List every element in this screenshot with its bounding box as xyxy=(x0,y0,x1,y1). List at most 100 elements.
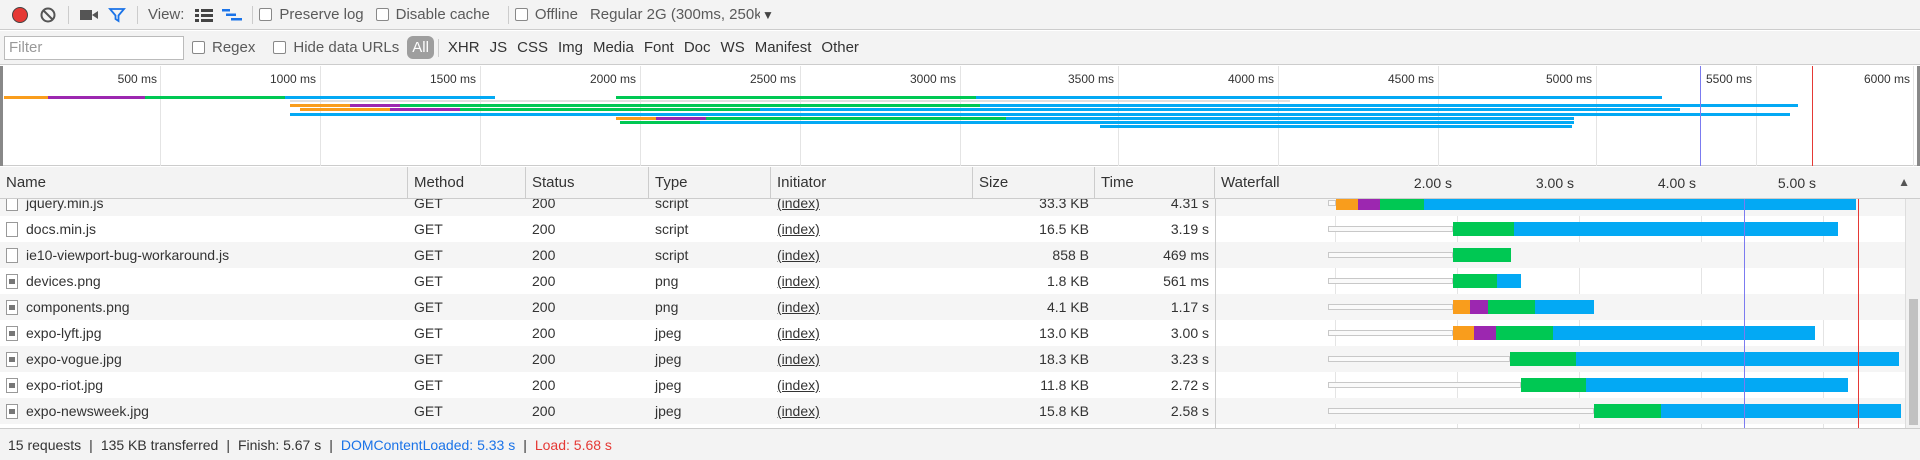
type-filter-img[interactable]: Img xyxy=(553,37,588,58)
dom-content-loaded-marker xyxy=(1700,66,1701,166)
throttling-select[interactable]: Regular 2G (300ms, 250kb/s) xyxy=(590,6,760,23)
request-initiator-link[interactable]: (index) xyxy=(771,242,973,268)
request-initiator-link[interactable]: (index) xyxy=(771,294,973,320)
table-row[interactable]: docs.min.js GET 200 script (index) 16.5 … xyxy=(0,216,1905,242)
type-filter-css[interactable]: CSS xyxy=(512,37,553,58)
overview-request-bar xyxy=(400,104,980,107)
request-size: 11.8 KB xyxy=(1040,377,1089,393)
type-filter-all[interactable]: All xyxy=(407,36,434,59)
overview-tick: 4000 ms xyxy=(1227,72,1274,86)
request-initiator-link[interactable]: (index) xyxy=(771,398,973,424)
dropdown-caret-icon[interactable]: ▼ xyxy=(762,8,774,22)
column-header-size[interactable]: Size xyxy=(973,167,1095,199)
request-size: 18.3 KB xyxy=(1039,351,1089,367)
request-name[interactable]: expo-riot.jpg xyxy=(0,372,408,398)
table-scrollbar[interactable] xyxy=(1905,199,1920,428)
waterfall-download-bar xyxy=(1553,326,1815,340)
image-file-icon xyxy=(6,404,18,419)
request-name-text: ie10-viewport-bug-workaround.js xyxy=(26,247,230,263)
request-status: 200 xyxy=(532,247,556,263)
table-row[interactable]: expo-vogue.jpg GET 200 jpeg (index) 18.3… xyxy=(0,346,1905,372)
network-toolbar: View: Preserve log Disable cache Offline… xyxy=(0,0,1920,30)
clear-button[interactable] xyxy=(34,1,62,29)
request-name[interactable]: expo-vogue.jpg xyxy=(0,346,408,372)
request-name[interactable]: devices.png xyxy=(0,268,408,294)
request-status: 200 xyxy=(532,403,556,419)
table-row[interactable]: expo-newsweek.jpg GET 200 jpeg (index) 1… xyxy=(0,398,1905,424)
request-size: 4.1 KB xyxy=(1046,299,1089,315)
overview-left-handle[interactable] xyxy=(0,66,3,166)
request-type: jpeg xyxy=(655,351,682,367)
request-initiator-link[interactable]: (index) xyxy=(771,320,973,346)
request-type: jpeg xyxy=(655,403,682,419)
column-header-initiator[interactable]: Initiator xyxy=(771,167,973,199)
request-initiator-link[interactable]: (index) xyxy=(771,346,973,372)
hide-data-urls-checkbox[interactable]: Hide data URLs xyxy=(273,39,399,56)
waterfall-download-bar xyxy=(1535,300,1594,314)
checkbox-box[interactable] xyxy=(375,8,389,21)
checkbox-box[interactable] xyxy=(192,41,205,54)
overview-gridline xyxy=(1756,66,1757,166)
table-row[interactable]: jquery.min.js GET 200 script (index) 33.… xyxy=(0,199,1905,216)
request-size: 1.8 KB xyxy=(1046,273,1089,289)
timeline-overview[interactable]: 500 ms 1000 ms 1500 ms 2000 ms 2500 ms 3… xyxy=(0,66,1920,166)
overview-tick: 5000 ms xyxy=(1545,72,1592,86)
overview-gridline xyxy=(1278,66,1279,166)
type-filter-doc[interactable]: Doc xyxy=(679,37,716,58)
summary-divider: | xyxy=(523,436,527,453)
table-row[interactable]: expo-lyft.jpg GET 200 jpeg (index) 13.0 … xyxy=(0,320,1905,346)
overview-request-bar xyxy=(145,96,285,99)
request-initiator-link[interactable]: (index) xyxy=(771,372,973,398)
offline-checkbox[interactable]: Offline xyxy=(514,6,578,23)
table-row[interactable]: ie10-viewport-bug-workaround.js GET 200 … xyxy=(0,242,1905,268)
filter-input[interactable] xyxy=(4,35,184,60)
type-filter-manifest[interactable]: Manifest xyxy=(750,37,817,58)
large-rows-button[interactable] xyxy=(190,1,218,29)
record-button[interactable] xyxy=(6,1,34,29)
column-header-name[interactable]: Name xyxy=(0,167,408,199)
filter-icon xyxy=(108,7,126,23)
toolbar-divider xyxy=(68,5,69,24)
request-method: GET xyxy=(414,199,443,211)
overview-toggle-button[interactable] xyxy=(218,1,246,29)
request-initiator-link[interactable]: (index) xyxy=(771,268,973,294)
column-header-method[interactable]: Method xyxy=(408,167,526,199)
checkbox-box[interactable] xyxy=(514,8,528,21)
request-name[interactable]: docs.min.js xyxy=(0,216,408,242)
capture-screenshots-button[interactable] xyxy=(75,1,103,29)
scrollbar-thumb[interactable] xyxy=(1909,299,1918,425)
request-name[interactable]: ie10-viewport-bug-workaround.js xyxy=(0,242,408,268)
request-initiator-link[interactable]: (index) xyxy=(771,199,973,216)
view-label: View: xyxy=(148,6,185,23)
column-header-time[interactable]: Time xyxy=(1095,167,1215,199)
preserve-log-checkbox[interactable]: Preserve log xyxy=(259,6,364,23)
type-filter-other[interactable]: Other xyxy=(816,37,864,58)
column-header-status[interactable]: Status xyxy=(526,167,649,199)
type-filter-ws[interactable]: WS xyxy=(716,37,750,58)
request-name[interactable]: expo-lyft.jpg xyxy=(0,320,408,346)
column-header-type[interactable]: Type xyxy=(649,167,771,199)
request-count: 15 requests xyxy=(8,436,82,453)
disable-cache-checkbox[interactable]: Disable cache xyxy=(375,6,490,23)
type-filter-js[interactable]: JS xyxy=(485,37,513,58)
request-name[interactable]: components.png xyxy=(0,294,408,320)
type-filter-media[interactable]: Media xyxy=(588,37,639,58)
filter-toggle-button[interactable] xyxy=(103,1,131,29)
load-line xyxy=(1858,199,1859,428)
overview-tick: 1500 ms xyxy=(429,72,476,86)
overview-gridline xyxy=(800,66,801,166)
regex-checkbox[interactable]: Regex xyxy=(192,39,255,56)
waterfall-connect-bar xyxy=(1474,326,1496,340)
checkbox-box[interactable] xyxy=(259,8,273,21)
table-row[interactable]: expo-riot.jpg GET 200 jpeg (index) 11.8 … xyxy=(0,372,1905,398)
sort-ascending-icon[interactable]: ▲ xyxy=(1898,175,1910,189)
request-name[interactable]: expo-newsweek.jpg xyxy=(0,398,408,424)
request-initiator-link[interactable]: (index) xyxy=(771,216,973,242)
type-filter-font[interactable]: Font xyxy=(639,37,679,58)
type-filter-xhr[interactable]: XHR xyxy=(443,37,485,58)
checkbox-box[interactable] xyxy=(273,41,287,54)
table-row[interactable]: devices.png GET 200 png (index) 1.8 KB 5… xyxy=(0,268,1905,294)
request-name[interactable]: jquery.min.js xyxy=(0,199,408,216)
table-row[interactable]: components.png GET 200 png (index) 4.1 K… xyxy=(0,294,1905,320)
overview-request-bar xyxy=(656,117,706,120)
